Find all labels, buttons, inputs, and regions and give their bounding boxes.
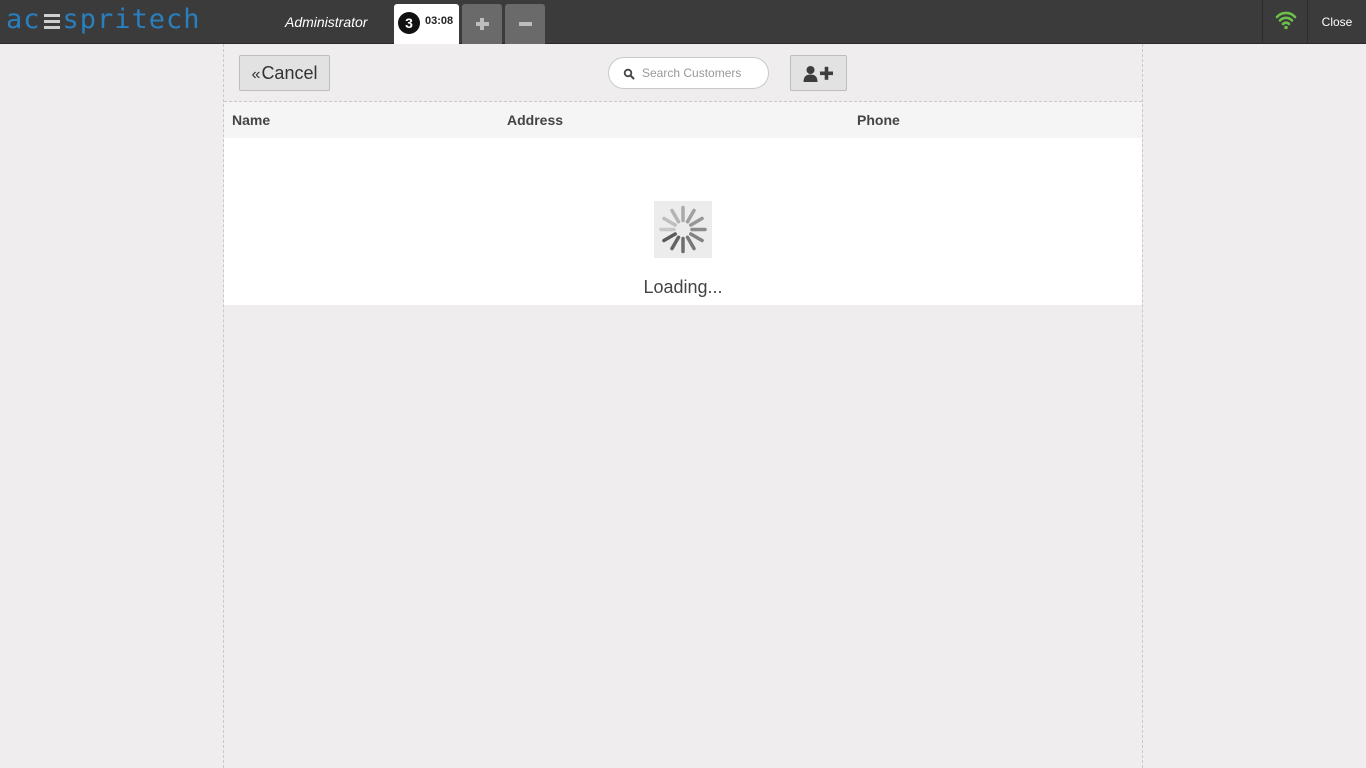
loading-area: Loading... xyxy=(224,138,1142,305)
spinner-spoke xyxy=(685,208,696,224)
loading-text: Loading... xyxy=(643,277,723,297)
user-label: Administrator xyxy=(285,14,368,30)
search-customers-input[interactable] xyxy=(642,64,762,82)
order-tab[interactable]: 3 03:08 xyxy=(394,4,459,44)
spinner-spoke xyxy=(685,235,696,251)
connection-status xyxy=(1262,0,1307,44)
app-logo: ac spritech xyxy=(6,3,201,39)
column-header-name[interactable]: Name xyxy=(232,112,270,128)
add-order-button[interactable] xyxy=(462,4,502,44)
add-customer-button[interactable] xyxy=(790,55,847,91)
column-header-phone[interactable]: Phone xyxy=(857,112,900,128)
spinner-spoke xyxy=(662,232,677,243)
column-header-address[interactable]: Address xyxy=(507,112,563,128)
double-chevron-left-icon: « xyxy=(251,66,261,83)
close-button[interactable]: Close xyxy=(1307,0,1366,44)
order-time: 03:08 xyxy=(425,15,454,27)
menu-icon[interactable] xyxy=(42,8,62,34)
remove-order-button[interactable] xyxy=(505,4,545,44)
spinner-spoke xyxy=(689,232,704,243)
logo-text-right: spritech xyxy=(62,4,201,35)
order-count-badge: 3 xyxy=(398,12,420,34)
add-user-icon xyxy=(803,66,833,82)
search-icon xyxy=(623,68,635,80)
loading-spinner xyxy=(654,201,712,258)
spinner-spoke xyxy=(662,216,677,227)
cancel-label: Cancel xyxy=(261,63,318,83)
customer-table-header: Name Address Phone xyxy=(224,102,1142,138)
spinner-spoke xyxy=(689,216,704,227)
wifi-icon xyxy=(1275,11,1297,30)
customer-panel: «Cancel Name Address Phone Loading... xyxy=(223,44,1143,768)
customer-toolbar: «Cancel xyxy=(224,44,1142,102)
logo-text-left: ac xyxy=(6,4,41,35)
search-customers-box[interactable] xyxy=(608,57,769,89)
top-bar: ac spritech Administrator 3 03:08 Close xyxy=(0,0,1366,44)
cancel-button[interactable]: «Cancel xyxy=(239,55,330,91)
spinner-spoke xyxy=(670,235,681,251)
spinner-spoke xyxy=(670,208,681,224)
